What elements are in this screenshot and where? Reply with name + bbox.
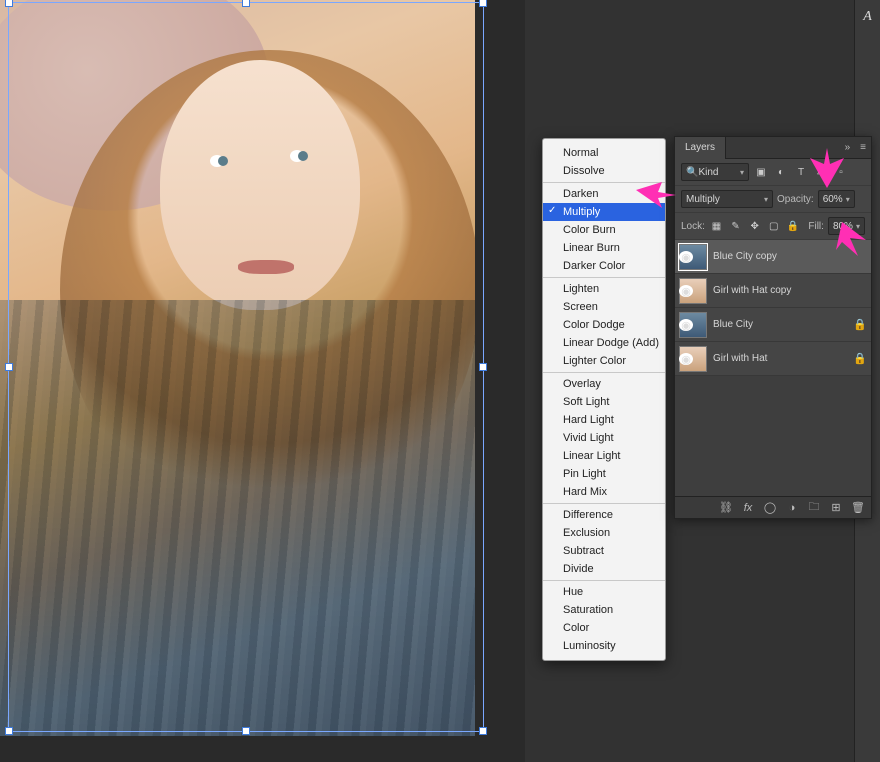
blend-opacity-row: Multiply▾ Opacity: 60%▾	[675, 186, 871, 213]
blend-option-linear-dodge-add-[interactable]: Linear Dodge (Add)	[543, 334, 665, 352]
layer-row-0[interactable]: Blue City copy	[675, 240, 871, 274]
fx-icon[interactable]: fx	[741, 502, 755, 514]
opacity-label: Opacity:	[777, 194, 814, 205]
adjustment-icon[interactable]: ◑	[785, 502, 799, 514]
filter-shape-icon[interactable]: ▱	[813, 164, 829, 180]
lock-transparency-icon[interactable]: ▦	[709, 218, 724, 234]
blend-option-lighten[interactable]: Lighten	[543, 280, 665, 298]
blend-option-hard-mix[interactable]: Hard Mix	[543, 483, 665, 501]
layer-name[interactable]: Girl with Hat copy	[713, 285, 867, 296]
transform-bounding-box[interactable]	[8, 2, 484, 732]
blend-option-soft-light[interactable]: Soft Light	[543, 393, 665, 411]
blend-option-darker-color[interactable]: Darker Color	[543, 257, 665, 275]
blend-option-color-dodge[interactable]: Color Dodge	[543, 316, 665, 334]
lock-icon: 🔒	[853, 318, 867, 331]
blend-option-saturation[interactable]: Saturation	[543, 601, 665, 619]
layer-row-1[interactable]: Girl with Hat copy	[675, 274, 871, 308]
blend-option-luminosity[interactable]: Luminosity	[543, 637, 665, 655]
panel-menu-icon[interactable]: ≡	[855, 142, 871, 153]
blend-option-lighter-color[interactable]: Lighter Color	[543, 352, 665, 370]
transform-handle-bl[interactable]	[5, 727, 13, 735]
layer-visibility-icon[interactable]	[679, 353, 693, 365]
layers-tab[interactable]: Layers	[675, 137, 726, 159]
blend-option-linear-light[interactable]: Linear Light	[543, 447, 665, 465]
blend-option-vivid-light[interactable]: Vivid Light	[543, 429, 665, 447]
filter-kind-select[interactable]: 🔍Kind▾	[681, 163, 749, 181]
blend-mode-value: Multiply	[686, 194, 720, 205]
lock-all-icon[interactable]: 🔒	[785, 218, 800, 234]
group-icon[interactable]: 🗀	[807, 498, 821, 517]
blend-option-color-burn[interactable]: Color Burn	[543, 221, 665, 239]
panel-collapse-icon[interactable]: »	[840, 142, 856, 153]
transform-handle-bm[interactable]	[242, 727, 250, 735]
lock-pixels-icon[interactable]: ✎	[728, 218, 743, 234]
trash-icon[interactable]: 🗑	[851, 501, 865, 514]
layer-visibility-icon[interactable]	[679, 285, 693, 297]
fill-value: 80%	[833, 221, 853, 232]
layer-row-2[interactable]: Blue City 🔒	[675, 308, 871, 342]
layer-row-3[interactable]: Girl with Hat 🔒	[675, 342, 871, 376]
blend-option-exclusion[interactable]: Exclusion	[543, 524, 665, 542]
blend-option-hue[interactable]: Hue	[543, 583, 665, 601]
blend-option-dissolve[interactable]: Dissolve	[543, 162, 665, 180]
blend-option-pin-light[interactable]: Pin Light	[543, 465, 665, 483]
link-layers-icon[interactable]: ⛓	[719, 501, 733, 514]
opacity-value: 60%	[823, 194, 843, 205]
lock-label: Lock:	[681, 221, 705, 232]
blend-option-darken[interactable]: Darken	[543, 185, 665, 203]
lock-position-icon[interactable]: ✥	[747, 218, 762, 234]
lock-artboard-icon[interactable]: ▢	[766, 218, 781, 234]
lock-fill-row: Lock: ▦ ✎ ✥ ▢ 🔒 Fill: 80%▾	[675, 213, 871, 240]
layers-empty-area[interactable]	[675, 376, 871, 496]
transform-handle-tm[interactable]	[242, 0, 250, 7]
blend-option-divide[interactable]: Divide	[543, 560, 665, 578]
fill-label: Fill:	[808, 221, 824, 232]
blend-option-hard-light[interactable]: Hard Light	[543, 411, 665, 429]
lock-icon: 🔒	[853, 352, 867, 365]
blend-option-subtract[interactable]: Subtract	[543, 542, 665, 560]
blend-option-multiply[interactable]: Multiply	[543, 203, 665, 221]
filter-smart-icon[interactable]: ▫	[833, 164, 849, 180]
transform-handle-tr[interactable]	[479, 0, 487, 7]
mask-icon[interactable]: ◯	[763, 501, 777, 514]
blend-option-linear-burn[interactable]: Linear Burn	[543, 239, 665, 257]
blend-option-normal[interactable]: Normal	[543, 144, 665, 162]
layer-name[interactable]: Girl with Hat	[713, 353, 847, 364]
blend-option-difference[interactable]: Difference	[543, 506, 665, 524]
opacity-field[interactable]: 60%▾	[818, 190, 855, 208]
layer-visibility-icon[interactable]	[679, 319, 693, 331]
filter-adjust-icon[interactable]: ◐	[773, 164, 789, 180]
layer-filter-row: 🔍Kind▾ ▣ ◐ T ▱ ▫	[675, 159, 871, 186]
filter-type-icon[interactable]: T	[793, 164, 809, 180]
layer-visibility-icon[interactable]	[679, 251, 693, 263]
type-tool-icon[interactable]: A	[857, 6, 879, 28]
transform-handle-tl[interactable]	[5, 0, 13, 7]
layer-name[interactable]: Blue City copy	[713, 251, 867, 262]
blend-mode-select[interactable]: Multiply▾	[681, 190, 773, 208]
blend-mode-menu[interactable]: NormalDissolveDarkenMultiplyColor BurnLi…	[542, 138, 666, 661]
transform-handle-ml[interactable]	[5, 363, 13, 371]
blend-option-color[interactable]: Color	[543, 619, 665, 637]
layers-panel-footer: ⛓ fx ◯ ◑ 🗀 ⊞ 🗑	[675, 496, 871, 518]
layers-list: Blue City copy Girl with Hat copy Blue Cit…	[675, 240, 871, 376]
blend-option-overlay[interactable]: Overlay	[543, 375, 665, 393]
new-layer-icon[interactable]: ⊞	[829, 501, 843, 514]
blend-option-screen[interactable]: Screen	[543, 298, 665, 316]
transform-handle-br[interactable]	[479, 727, 487, 735]
transform-handle-mr[interactable]	[479, 363, 487, 371]
layers-panel: Layers » ≡ 🔍Kind▾ ▣ ◐ T ▱ ▫ Multiply▾ Op…	[674, 136, 872, 519]
layers-panel-header: Layers » ≡	[675, 137, 871, 159]
layer-name[interactable]: Blue City	[713, 319, 847, 330]
fill-field[interactable]: 80%▾	[828, 217, 865, 235]
filter-pixel-icon[interactable]: ▣	[753, 164, 769, 180]
filter-kind-label: Kind	[698, 167, 718, 178]
canvas-area[interactable]	[0, 0, 525, 762]
